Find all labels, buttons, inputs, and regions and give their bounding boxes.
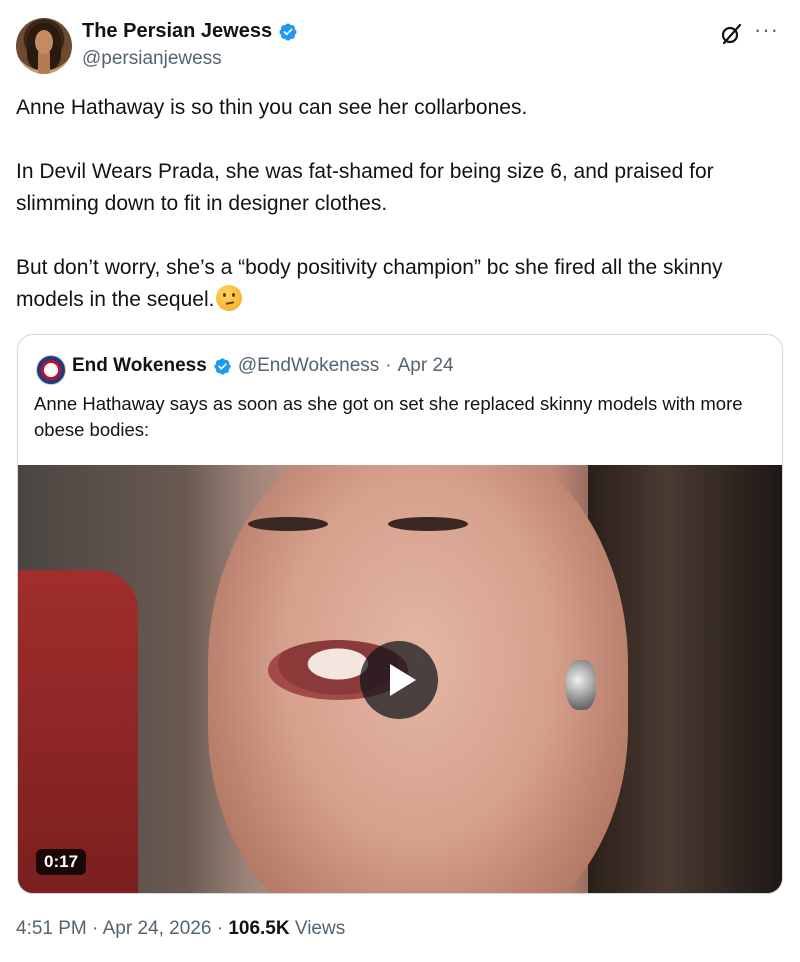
quoted-tweet-text: Anne Hathaway says as soon as she got on… — [34, 393, 743, 440]
tweet-paragraph-text: But don’t worry, she’s a “body positivit… — [16, 256, 723, 311]
views-label: Views — [294, 918, 346, 939]
more-options-icon[interactable]: ··· — [754, 19, 780, 44]
tweet-paragraph: But don’t worry, she’s a “body positivit… — [16, 252, 776, 316]
quoted-separator: · — [385, 355, 392, 376]
verified-badge-icon — [279, 22, 297, 41]
footer-separator: · — [92, 918, 99, 939]
video-duration: 0:17 — [36, 849, 87, 875]
quoted-author-handle[interactable]: @EndWokeness — [238, 355, 379, 377]
quoted-author-name[interactable]: End Wokeness — [72, 355, 207, 377]
author-name-row[interactable]: The Persian Jewess — [82, 20, 298, 43]
avatar-face — [35, 30, 53, 54]
video-player[interactable]: 0:17 — [18, 465, 782, 893]
video-frame-eye — [248, 517, 328, 531]
tweet-date[interactable]: Apr 24, 2026 — [103, 918, 212, 939]
quoted-date[interactable]: Apr 24 — [398, 355, 454, 377]
grok-icon[interactable] — [719, 22, 743, 46]
thinking-face-emoji — [216, 285, 243, 311]
author-name[interactable]: The Persian Jewess — [82, 20, 272, 43]
video-frame-eye — [388, 517, 468, 531]
quoted-author-avatar[interactable] — [36, 355, 66, 385]
tweet-footer: 4:51 PM · Apr 24, 2026 · 106.5K Views — [16, 918, 345, 940]
video-frame-background — [18, 570, 138, 893]
tweet-paragraph: In Devil Wears Prada, she was fat-shamed… — [16, 160, 714, 215]
footer-separator: · — [216, 918, 224, 939]
quoted-tweet-header: End Wokeness @EndWokeness · Apr 24 — [72, 355, 454, 377]
tweet-time[interactable]: 4:51 PM — [16, 918, 87, 939]
play-icon[interactable] — [360, 641, 438, 719]
author-avatar[interactable] — [16, 18, 72, 74]
quoted-tweet-card[interactable]: End Wokeness @EndWokeness · Apr 24 Anne … — [17, 334, 783, 894]
tweet-paragraph: Anne Hathaway is so thin you can see her… — [16, 96, 528, 119]
verified-badge-icon — [214, 357, 231, 375]
views-count: 106.5K — [228, 918, 290, 939]
video-frame-earring — [566, 660, 596, 710]
avatar-neck — [38, 52, 50, 74]
author-handle[interactable]: @persianjewess — [82, 48, 222, 70]
tweet-text: Anne Hathaway is so thin you can see her… — [16, 92, 776, 316]
